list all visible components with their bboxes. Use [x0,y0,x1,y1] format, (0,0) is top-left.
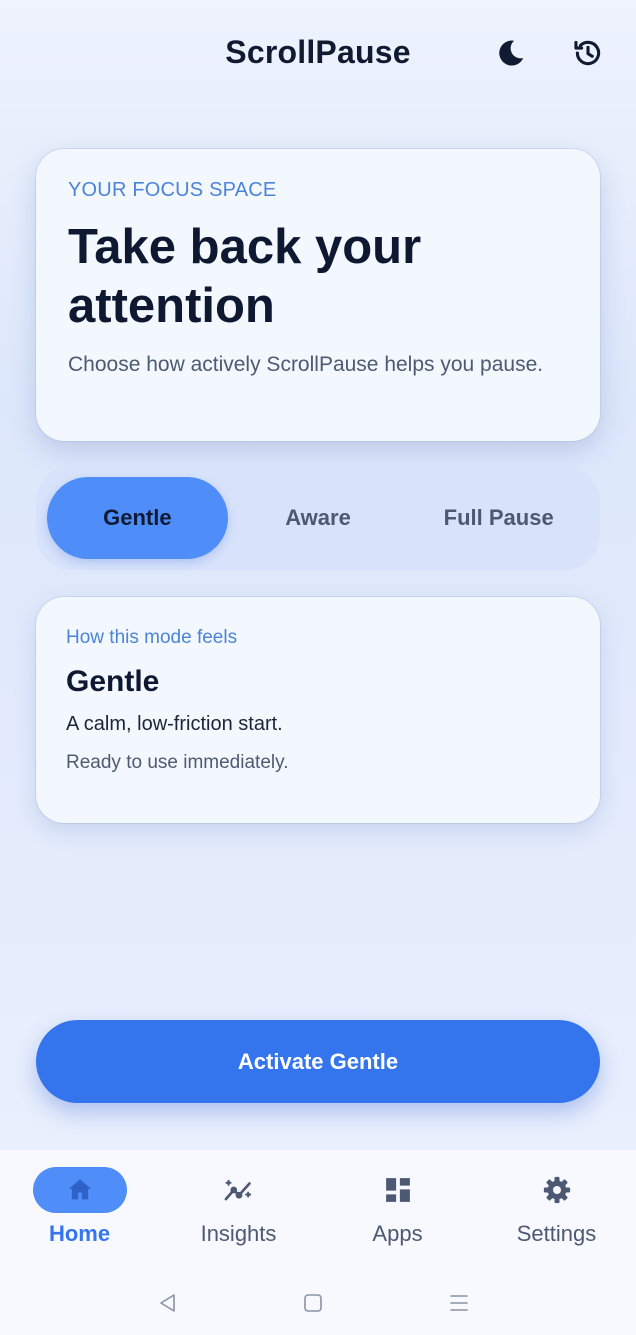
system-nav-bar [0,1270,636,1335]
nav-label-home: Home [48,1221,111,1246]
nav-item-settings[interactable]: Settings [477,1150,636,1270]
apps-icon [385,1178,410,1202]
mode-card-title: Gentle [66,665,160,698]
nav-label-insights: Insights [200,1221,277,1246]
nav-item-insights[interactable]: Insights [159,1150,318,1270]
mode-card-eyebrow: How this mode feels [66,627,238,648]
history-icon [574,40,601,66]
system-back-button[interactable] [155,1290,181,1316]
insights-icon [224,1179,251,1201]
nav-item-apps[interactable]: Apps [318,1150,477,1270]
system-home-button[interactable] [300,1290,326,1316]
hero-title: Take back your attention [68,220,422,333]
nav-label-settings: Settings [516,1221,597,1246]
hero-eyebrow: YOUR FOCUS SPACE [68,179,277,201]
mode-selector: Gentle Aware Full Pause [36,466,600,570]
app-title: ScrollPause [225,34,411,70]
app-header: ScrollPause [0,0,636,110]
menu-lines-icon [450,1295,468,1311]
hero-card: YOUR FOCUS SPACE Take back your attentio… [36,149,600,441]
mode-option-full-pause[interactable]: Full Pause [408,477,589,559]
mode-card-status: Ready to use immediately. [66,752,289,773]
mode-option-aware[interactable]: Aware [228,477,409,559]
bottom-nav: Home Insights Apps Settings [0,1150,636,1270]
dark-mode-button[interactable] [491,33,531,73]
nav-home-indicator [32,1167,127,1213]
nav-item-home[interactable]: Home [0,1150,159,1270]
hero-subtitle: Choose how actively ScrollPause helps yo… [68,353,544,376]
back-triangle-icon [160,1294,175,1312]
nav-apps-indicator [351,1167,445,1213]
nav-label-apps: Apps [372,1221,423,1246]
system-recents-button[interactable] [446,1290,472,1316]
nav-insights-indicator [192,1167,286,1213]
history-button[interactable] [568,33,608,73]
gear-icon [543,1176,570,1204]
mode-card-description: A calm, low-friction start. [66,713,283,735]
home-square-icon [304,1294,322,1312]
home-icon [68,1179,91,1200]
moon-icon [499,40,524,66]
mode-info-card: How this mode feels Gentle A calm, low-f… [36,597,600,823]
activate-mode-button[interactable]: Activate Gentle [36,1020,600,1103]
nav-settings-indicator [510,1167,604,1213]
mode-option-gentle[interactable]: Gentle [47,477,228,559]
